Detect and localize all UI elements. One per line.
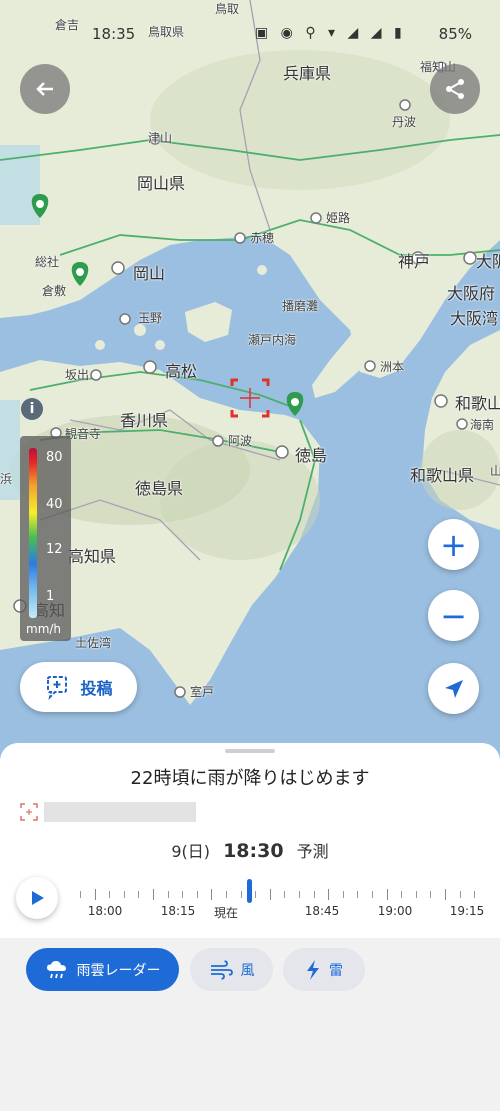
play-button[interactable] xyxy=(16,877,58,919)
timeline-tick xyxy=(226,891,227,898)
zoom-in-button[interactable]: + xyxy=(428,519,479,570)
terrain-shade xyxy=(160,440,320,560)
navigation-arrow-icon xyxy=(444,679,463,698)
post-button[interactable]: 投稿 xyxy=(20,662,137,712)
play-icon xyxy=(32,891,44,905)
forecast-sheet: 22時頃に雨が降りはじめます 9(日) 18:30 予測 18:00 18:15… xyxy=(0,743,500,938)
timeline-tick xyxy=(138,891,140,898)
back-arrow-icon xyxy=(36,82,53,96)
terrain-shade xyxy=(150,50,450,190)
timeline-tick xyxy=(255,891,257,898)
status-bar: 18:35 ▣ ◉ ⚲ ▾ ◢ ◢ ▮ 85% xyxy=(0,0,500,66)
timeline-tick xyxy=(474,891,476,898)
location-name-placeholder xyxy=(44,802,196,822)
legend-level: 40 xyxy=(46,497,63,512)
timeline-label-now: 現在 xyxy=(213,906,239,920)
timeline-tick xyxy=(386,889,388,900)
timeline-tick xyxy=(342,891,344,898)
timeline-label: 19:15 xyxy=(449,904,485,918)
timeline-tick xyxy=(196,891,198,898)
comment-plus-icon xyxy=(47,676,68,700)
tab-wind[interactable]: 風 xyxy=(190,948,273,991)
timeline-tick xyxy=(401,891,403,898)
timeline-tick xyxy=(109,891,111,898)
battery-level: 85% xyxy=(438,25,472,43)
timeline-tick xyxy=(240,891,242,898)
timeline-tick xyxy=(430,891,432,898)
tab-label: 風 xyxy=(240,962,255,979)
location-target-icon xyxy=(20,803,38,821)
timeline-tick xyxy=(372,891,373,898)
timeline-label: 18:15 xyxy=(160,904,196,918)
share-icon xyxy=(446,79,464,99)
terrain-shade xyxy=(420,430,500,510)
weather-map[interactable] xyxy=(0,0,500,770)
back-button[interactable] xyxy=(20,64,70,114)
plus-icon: + xyxy=(440,525,467,564)
timeline-tick xyxy=(445,889,446,900)
timeline-tick xyxy=(328,889,330,900)
timeline-tick xyxy=(269,889,271,900)
timeline-tick xyxy=(123,891,125,898)
tab-lightning[interactable]: 雷 xyxy=(283,948,365,991)
tab-label: 雷 xyxy=(329,962,343,979)
status-time: 18:35 xyxy=(92,25,136,43)
islet xyxy=(257,265,267,275)
lightning-icon xyxy=(307,959,319,980)
legend-level: 1 xyxy=(46,589,55,604)
rain-scale-bar xyxy=(29,448,37,618)
current-location-button[interactable] xyxy=(428,663,479,714)
timeline-tick xyxy=(167,891,169,898)
selected-date: 9(日) xyxy=(171,842,210,861)
timeline-tick xyxy=(299,891,300,898)
timeline-tick xyxy=(153,889,154,900)
timeline-label: 18:00 xyxy=(87,904,123,918)
timeline-tick xyxy=(211,889,213,900)
timeline-tick xyxy=(459,891,461,898)
selected-time: 9(日) 18:30 予測 xyxy=(0,838,500,862)
legend-level: 12 xyxy=(46,542,63,557)
rain-forecast-headline: 22時頃に雨が降りはじめます xyxy=(130,768,370,789)
info-icon[interactable]: i xyxy=(21,398,43,420)
cloud-rain-icon xyxy=(46,960,66,978)
timeline-tick xyxy=(80,891,81,898)
selected-clock: 18:30 xyxy=(223,840,284,862)
timeline-tick xyxy=(182,891,184,898)
islet xyxy=(134,324,146,336)
timeline-label: 18:45 xyxy=(304,904,340,918)
timeline-slider[interactable] xyxy=(80,889,485,901)
timeline-cursor[interactable] xyxy=(247,879,252,903)
layer-tabs: 雨雲レーダー 風 雷 xyxy=(0,938,500,1111)
legend-unit: mm/h xyxy=(26,622,62,636)
timeline-tick xyxy=(357,891,359,898)
rain-patch xyxy=(0,400,20,500)
post-label: 投稿 xyxy=(80,679,113,698)
zoom-out-button[interactable]: − xyxy=(428,590,479,641)
islet xyxy=(155,340,165,350)
legend-level: 80 xyxy=(46,450,63,465)
timeline-tick xyxy=(94,889,96,900)
islet xyxy=(95,340,105,350)
status-icons: ▣ ◉ ⚲ ▾ ◢ ◢ ▮ xyxy=(255,25,406,41)
minus-icon: − xyxy=(440,596,467,635)
rain-legend: 80 40 12 1 mm/h xyxy=(20,436,71,641)
timeline-tick xyxy=(284,891,286,898)
timeline-tick xyxy=(313,891,315,898)
forecast-mode: 予測 xyxy=(296,842,329,861)
tab-rain-radar[interactable]: 雨雲レーダー xyxy=(26,948,179,991)
tab-label: 雨雲レーダー xyxy=(76,962,161,979)
wind-icon xyxy=(210,960,233,979)
timeline-tick xyxy=(415,891,417,898)
share-button[interactable] xyxy=(430,64,480,114)
sheet-handle[interactable] xyxy=(225,749,275,753)
timeline-label: 19:00 xyxy=(377,904,413,918)
